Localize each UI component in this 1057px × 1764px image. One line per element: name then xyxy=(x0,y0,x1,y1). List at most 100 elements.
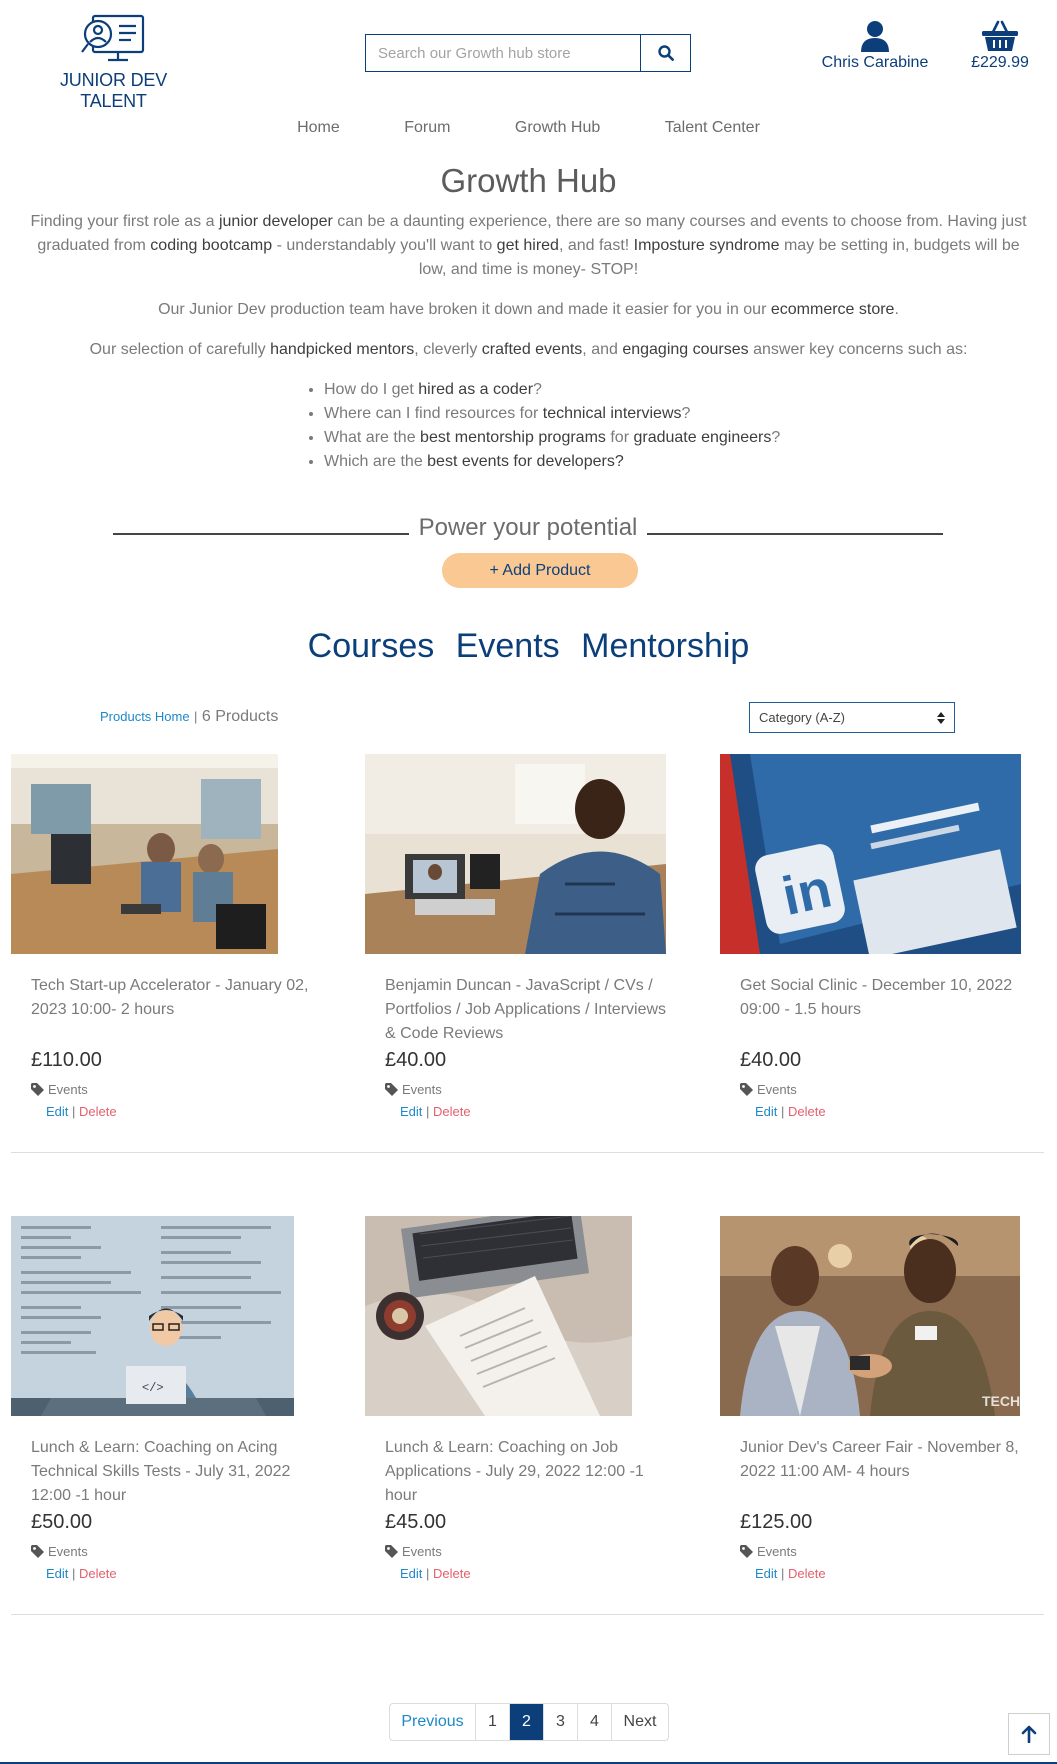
account-name: Chris Carabine xyxy=(821,54,929,71)
product-category[interactable]: Events xyxy=(740,1082,797,1097)
product-category[interactable]: Events xyxy=(385,1544,442,1559)
product-card: in Get Social Clinic - December 10, 2022… xyxy=(720,754,1040,1119)
product-title[interactable]: Benjamin Duncan - JavaScript / CVs / Por… xyxy=(385,974,675,1046)
product-title[interactable]: Junior Dev's Career Fair - November 8, 2… xyxy=(740,1436,1030,1484)
edit-link[interactable]: Edit xyxy=(755,1566,777,1581)
section-heading: Power your potential xyxy=(113,512,943,548)
intro-paragraph-selection: Our selection of carefully handpicked me… xyxy=(89,341,968,358)
list-item: Which are the best events for developers… xyxy=(324,450,906,474)
product-actions: Edit | Delete xyxy=(46,1104,117,1119)
product-price: £125.00 xyxy=(740,1511,813,1533)
tag-icon xyxy=(740,1083,753,1096)
product-title[interactable]: Get Social Clinic - December 10, 2022 09… xyxy=(740,974,1030,1022)
nav-forum[interactable]: Forum xyxy=(404,119,450,137)
delete-link[interactable]: Delete xyxy=(79,1104,117,1119)
product-title[interactable]: Lunch & Learn: Coaching on Job Applicati… xyxy=(385,1436,675,1508)
edit-link[interactable]: Edit xyxy=(755,1104,777,1119)
search-input[interactable] xyxy=(366,35,640,71)
delete-link[interactable]: Delete xyxy=(433,1104,471,1119)
add-product-button[interactable]: + Add Product xyxy=(442,553,638,588)
separator: | xyxy=(426,1566,430,1581)
category-courses[interactable]: Courses xyxy=(308,627,435,666)
pagination-page-2[interactable]: 2 xyxy=(510,1704,544,1740)
separator: | xyxy=(194,709,198,724)
product-category-label: Events xyxy=(757,1082,797,1097)
row-divider xyxy=(11,1614,1044,1615)
separator: | xyxy=(426,1104,430,1119)
svg-text:</>: </> xyxy=(142,1381,164,1395)
brand-logo[interactable]: JUNIOR DEV TALENT xyxy=(26,12,201,111)
back-to-top-button[interactable] xyxy=(1008,1713,1050,1755)
pagination-page-4[interactable]: 4 xyxy=(578,1704,612,1740)
list-item: How do I get hired as a coder? xyxy=(324,378,906,402)
nav-talent-center[interactable]: Talent Center xyxy=(665,119,760,137)
separator: | xyxy=(781,1566,785,1581)
category-mentorship[interactable]: Mentorship xyxy=(581,627,749,666)
sort-caret-icon xyxy=(937,711,945,724)
product-image[interactable] xyxy=(11,754,278,954)
section-heading-text: Power your potential xyxy=(418,514,638,541)
nav-growth-hub[interactable]: Growth Hub xyxy=(515,119,600,137)
sort-selected-value: Category (A-Z) xyxy=(759,710,845,725)
product-category-label: Events xyxy=(402,1544,442,1559)
product-image[interactable] xyxy=(365,754,666,954)
tag-icon xyxy=(31,1083,44,1096)
sort-select[interactable]: Category (A-Z) xyxy=(749,702,955,733)
product-image[interactable]: </> xyxy=(11,1216,294,1416)
product-category[interactable]: Events xyxy=(740,1544,797,1559)
tag-icon xyxy=(740,1545,753,1558)
list-item: Where can I find resources for technical… xyxy=(324,402,906,426)
pagination: Previous 1 2 3 4 Next xyxy=(389,1703,669,1741)
category-events[interactable]: Events xyxy=(456,627,560,666)
product-actions: Edit | Delete xyxy=(46,1566,117,1581)
divider-line xyxy=(647,533,943,535)
search-button[interactable] xyxy=(640,35,690,71)
pagination-page-1[interactable]: 1 xyxy=(476,1704,510,1740)
products-home-link[interactable]: Products Home xyxy=(100,709,190,724)
edit-link[interactable]: Edit xyxy=(46,1104,68,1119)
nav-home[interactable]: Home xyxy=(297,119,340,137)
tag-icon xyxy=(385,1545,398,1558)
product-card: </> Lunch & Learn: Coaching on Acing Tec… xyxy=(11,1216,331,1581)
product-image[interactable]: TECH xyxy=(720,1216,1020,1416)
product-count-line: Products Home | 6 Products xyxy=(100,708,278,726)
product-category-label: Events xyxy=(402,1082,442,1097)
product-image[interactable] xyxy=(365,1216,632,1416)
cart-total: £229.99 xyxy=(971,54,1029,71)
product-price: £40.00 xyxy=(385,1049,447,1071)
product-category-label: Events xyxy=(757,1544,797,1559)
pagination-page-3[interactable]: 3 xyxy=(544,1704,578,1740)
edit-link[interactable]: Edit xyxy=(400,1104,422,1119)
delete-link[interactable]: Delete xyxy=(79,1566,117,1581)
product-category[interactable]: Events xyxy=(31,1082,88,1097)
monitor-person-icon xyxy=(80,14,144,62)
product-card: Benjamin Duncan - JavaScript / CVs / Por… xyxy=(365,754,685,1119)
product-price: £110.00 xyxy=(31,1049,102,1071)
delete-link[interactable]: Delete xyxy=(788,1566,826,1581)
product-category[interactable]: Events xyxy=(385,1082,442,1097)
tag-icon xyxy=(31,1545,44,1558)
product-actions: Edit | Delete xyxy=(755,1566,826,1581)
svg-text:TECH: TECH xyxy=(982,1393,1020,1409)
edit-link[interactable]: Edit xyxy=(400,1566,422,1581)
account-menu[interactable]: Chris Carabine xyxy=(815,20,935,72)
product-price: £40.00 xyxy=(740,1049,802,1071)
product-title[interactable]: Tech Start-up Accelerator - January 02, … xyxy=(31,974,321,1022)
separator: | xyxy=(72,1104,76,1119)
edit-link[interactable]: Edit xyxy=(46,1566,68,1581)
tag-icon xyxy=(385,1083,398,1096)
cart-link[interactable]: £229.99 xyxy=(960,20,1040,72)
search-icon xyxy=(657,45,674,61)
product-price: £45.00 xyxy=(385,1511,447,1533)
product-category[interactable]: Events xyxy=(31,1544,88,1559)
pagination-previous[interactable]: Previous xyxy=(390,1704,476,1740)
delete-link[interactable]: Delete xyxy=(788,1104,826,1119)
product-image[interactable]: in xyxy=(720,754,1021,954)
product-card: Tech Start-up Accelerator - January 02, … xyxy=(11,754,331,1119)
delete-link[interactable]: Delete xyxy=(433,1566,471,1581)
product-actions: Edit | Delete xyxy=(755,1104,826,1119)
concerns-list: How do I get hired as a coder? Where can… xyxy=(306,378,906,474)
pagination-next[interactable]: Next xyxy=(612,1704,668,1740)
product-category-label: Events xyxy=(48,1082,88,1097)
product-title[interactable]: Lunch & Learn: Coaching on Acing Technic… xyxy=(31,1436,321,1508)
